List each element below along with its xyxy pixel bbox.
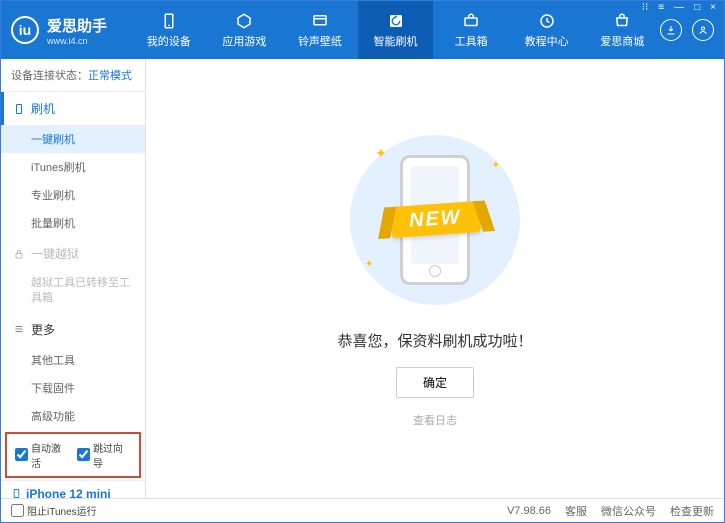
- nav-label: 爱思商城: [600, 33, 644, 49]
- check-update-link[interactable]: 检查更新: [670, 503, 714, 519]
- nav-label: 铃声壁纸: [298, 33, 342, 49]
- phone-icon: [160, 12, 178, 30]
- footer-left: 阻止iTunes运行: [11, 503, 507, 518]
- sidebar-item-advanced[interactable]: 高级功能: [1, 402, 145, 430]
- phone-small-icon: [13, 103, 25, 115]
- version-label: V7.98.66: [507, 505, 551, 517]
- window-controls: ⁝⁝ ≡ — □ ×: [639, 2, 719, 13]
- logo-area: iu 爱思助手 www.i4.cn: [11, 15, 131, 46]
- auto-activate-input[interactable]: [15, 448, 28, 461]
- footer-right: V7.98.66 客服 微信公众号 检查更新: [507, 503, 714, 519]
- section-jailbreak-header[interactable]: 一键越狱: [1, 237, 145, 270]
- body: 设备连接状态：正常模式 刷机 一键刷机 iTunes刷机 专业刷机 批量刷机 一…: [1, 59, 724, 498]
- nav-label: 智能刷机: [374, 33, 418, 49]
- maximize-icon[interactable]: □: [691, 2, 703, 13]
- header-right: [660, 19, 714, 41]
- sidebar-item-oneclick-flash[interactable]: 一键刷机: [1, 125, 145, 153]
- star-icon: ✦: [492, 160, 500, 171]
- nav-label: 应用游戏: [222, 33, 266, 49]
- skip-guide-input[interactable]: [77, 448, 90, 461]
- support-link[interactable]: 客服: [565, 503, 587, 519]
- settings-menu-icon[interactable]: ≡: [655, 2, 667, 13]
- minimize-icon[interactable]: —: [671, 2, 687, 13]
- star-icon: ✦: [375, 145, 387, 162]
- sidebar-item-other-tools[interactable]: 其他工具: [1, 346, 145, 374]
- jailbreak-note: 越狱工具已转移至工具箱: [1, 270, 145, 313]
- checkbox-label: 跳过向导: [93, 440, 131, 470]
- auto-activate-checkbox[interactable]: 自动激活: [15, 440, 69, 470]
- app-header: iu 爱思助手 www.i4.cn 我的设备 应用游戏 铃声壁纸 智能刷机 工具…: [1, 1, 724, 59]
- footer: 阻止iTunes运行 V7.98.66 客服 微信公众号 检查更新: [1, 498, 724, 522]
- checkbox-highlight-area: 自动激活 跳过向导: [5, 432, 141, 478]
- device-name: iPhone 12 mini: [11, 487, 135, 498]
- titlebar-extra-icon[interactable]: ⁝⁝: [639, 2, 651, 13]
- star-icon: ✦: [365, 259, 373, 270]
- connection-status: 设备连接状态：正常模式: [1, 59, 145, 92]
- nav-label: 工具箱: [455, 33, 488, 49]
- refresh-icon: [387, 12, 405, 30]
- sidebar-item-itunes-flash[interactable]: iTunes刷机: [1, 153, 145, 181]
- music-icon: [311, 12, 329, 30]
- nav-label: 教程中心: [525, 33, 569, 49]
- nav-label: 我的设备: [147, 33, 191, 49]
- section-flash: 刷机 一键刷机 iTunes刷机 专业刷机 批量刷机: [1, 92, 145, 237]
- status-value: 正常模式: [88, 70, 132, 82]
- nav-toolbox[interactable]: 工具箱: [433, 1, 509, 59]
- list-icon: [13, 323, 25, 335]
- sidebar-item-download-firmware[interactable]: 下载固件: [1, 374, 145, 402]
- app-name: 爱思助手: [47, 15, 107, 36]
- user-button[interactable]: [692, 19, 714, 41]
- nav-tutorials[interactable]: 教程中心: [509, 1, 585, 59]
- lock-icon: [13, 248, 25, 260]
- sidebar: 设备连接状态：正常模式 刷机 一键刷机 iTunes刷机 专业刷机 批量刷机 一…: [1, 59, 146, 498]
- apps-icon: [235, 12, 253, 30]
- device-phone-icon: [11, 488, 22, 498]
- logo-icon: iu: [11, 16, 39, 44]
- success-illustration: ✦ ✦ ✦ NEW: [325, 130, 545, 310]
- ok-button[interactable]: 确定: [396, 367, 474, 398]
- device-name-text: iPhone 12 mini: [26, 487, 111, 498]
- section-title: 更多: [31, 321, 55, 338]
- section-flash-header[interactable]: 刷机: [1, 92, 145, 125]
- section-more-header[interactable]: 更多: [1, 313, 145, 346]
- nav-ringtones[interactable]: 铃声壁纸: [282, 1, 358, 59]
- view-log-link[interactable]: 查看日志: [413, 412, 457, 428]
- book-icon: [538, 12, 556, 30]
- section-jailbreak: 一键越狱 越狱工具已转移至工具箱: [1, 237, 145, 313]
- section-more: 更多 其他工具 下载固件 高级功能: [1, 313, 145, 430]
- section-title: 刷机: [31, 100, 55, 117]
- block-itunes-input[interactable]: [11, 504, 24, 517]
- toolbox-icon: [462, 12, 480, 30]
- main-content: ✦ ✦ ✦ NEW 恭喜您，保资料刷机成功啦！ 确定 查看日志: [146, 59, 724, 498]
- top-nav: 我的设备 应用游戏 铃声壁纸 智能刷机 工具箱 教程中心 爱思商城: [131, 1, 660, 59]
- status-label: 设备连接状态：: [11, 70, 88, 82]
- skip-guide-checkbox[interactable]: 跳过向导: [77, 440, 131, 470]
- device-info[interactable]: iPhone 12 mini 64GB Down-12mini-13,1: [1, 480, 145, 498]
- store-icon: [613, 12, 631, 30]
- checkbox-label: 自动激活: [31, 440, 69, 470]
- sidebar-item-pro-flash[interactable]: 专业刷机: [1, 181, 145, 209]
- new-ribbon: NEW: [390, 201, 481, 238]
- checkbox-label: 阻止iTunes运行: [27, 503, 97, 518]
- block-itunes-checkbox[interactable]: 阻止iTunes运行: [11, 503, 97, 518]
- nav-smart-flash[interactable]: 智能刷机: [358, 1, 434, 59]
- sidebar-item-batch-flash[interactable]: 批量刷机: [1, 209, 145, 237]
- download-button[interactable]: [660, 19, 682, 41]
- section-title: 一键越狱: [31, 245, 79, 262]
- app-url: www.i4.cn: [47, 36, 107, 46]
- success-message: 恭喜您，保资料刷机成功啦！: [337, 330, 532, 351]
- nav-apps-games[interactable]: 应用游戏: [207, 1, 283, 59]
- wechat-link[interactable]: 微信公众号: [601, 503, 656, 519]
- nav-my-device[interactable]: 我的设备: [131, 1, 207, 59]
- close-icon[interactable]: ×: [707, 2, 719, 13]
